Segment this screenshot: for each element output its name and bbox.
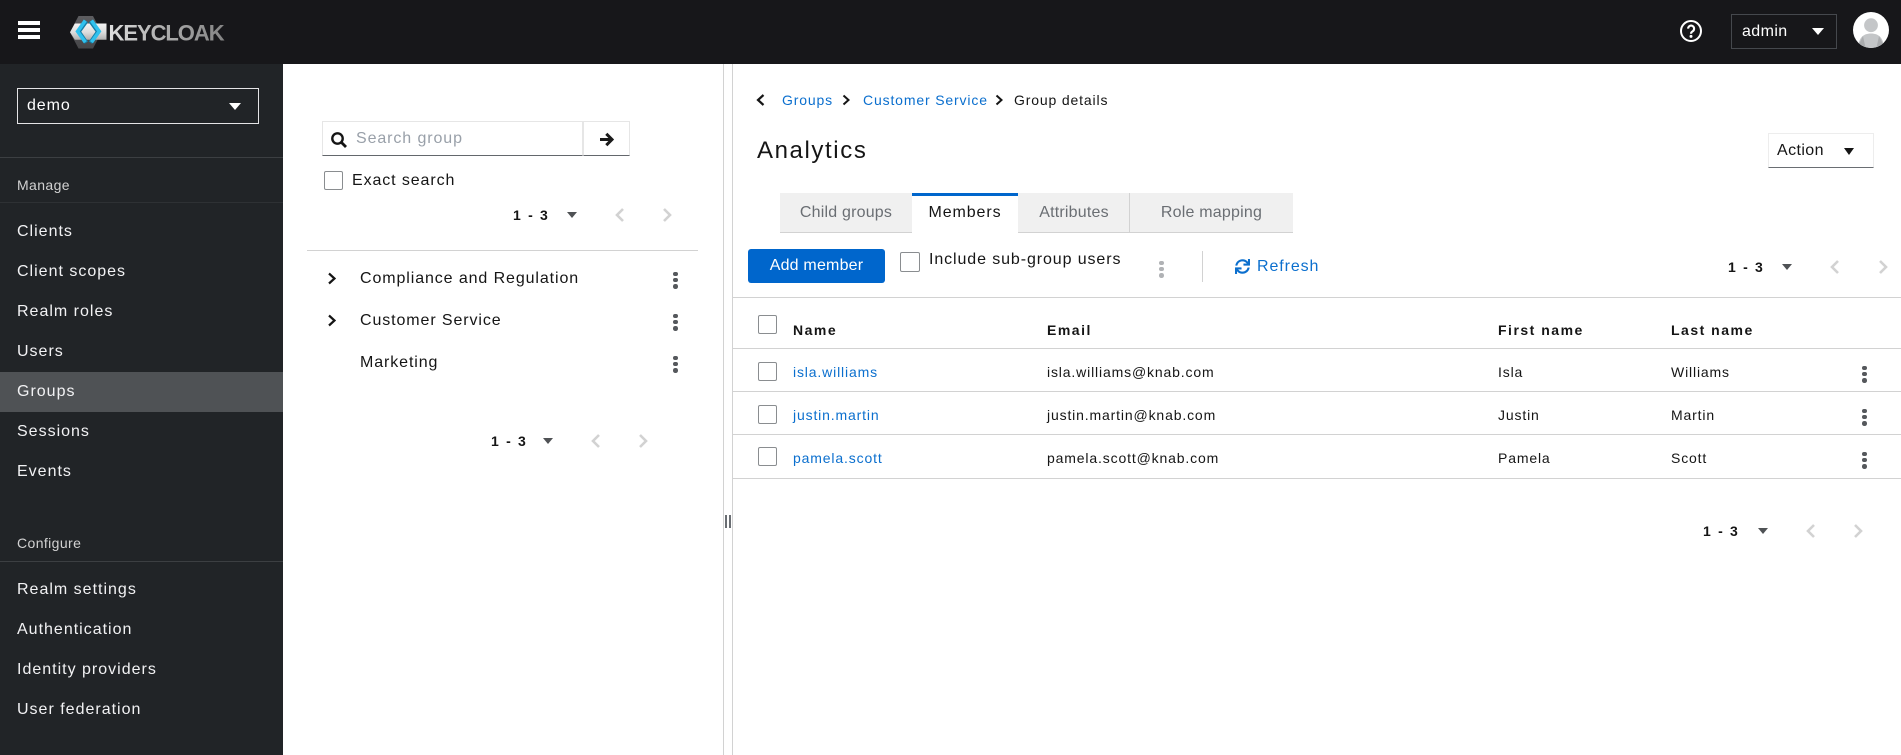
svg-text:KEYCLOAK: KEYCLOAK <box>109 20 225 45</box>
